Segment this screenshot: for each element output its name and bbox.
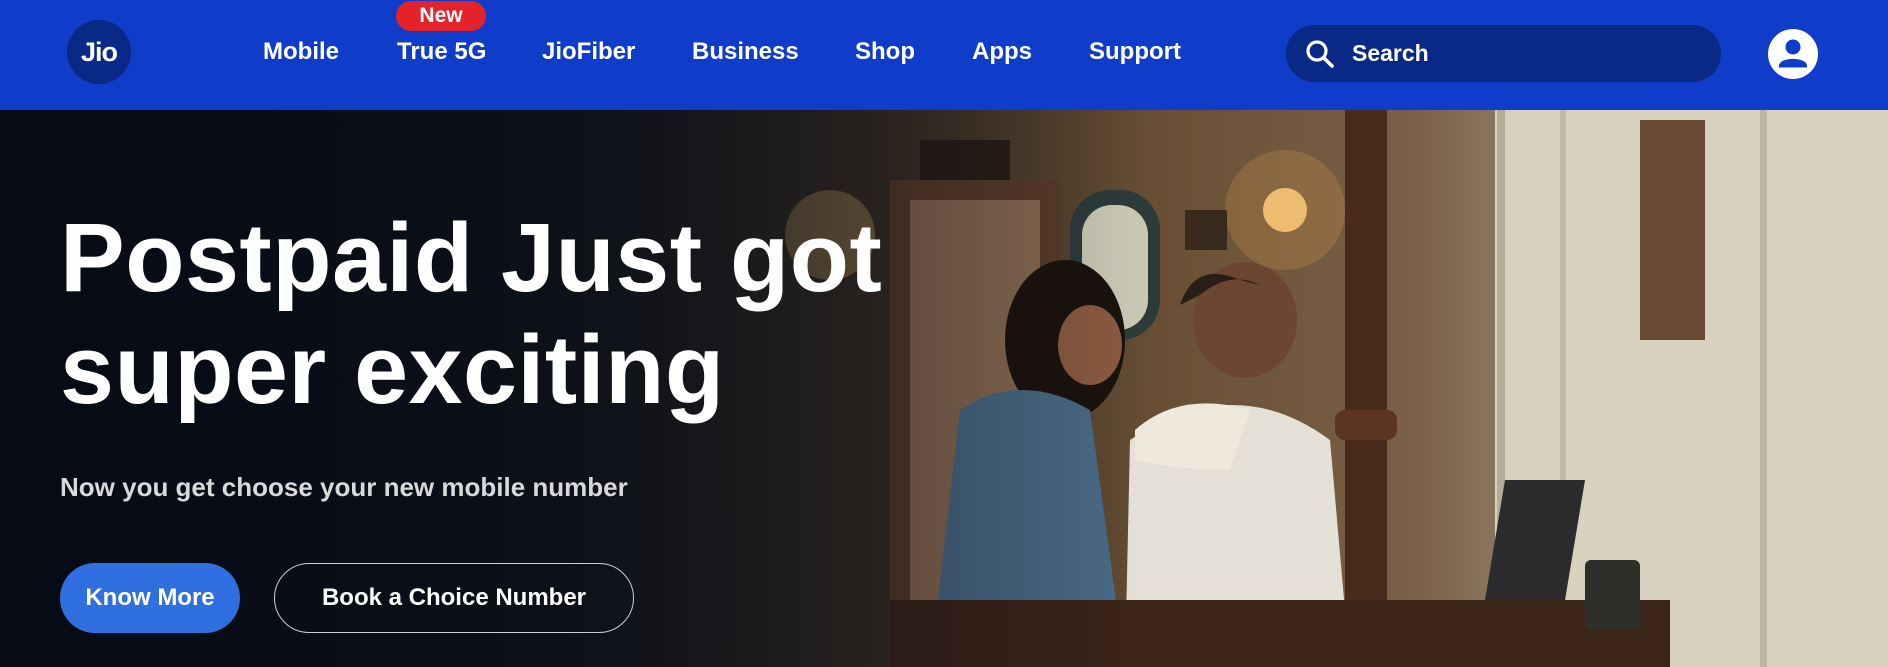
user-icon bbox=[1779, 39, 1807, 68]
jio-logo[interactable]: Jio bbox=[67, 20, 131, 84]
nav-item-mobile[interactable]: Mobile bbox=[263, 38, 339, 66]
new-badge: New bbox=[396, 1, 486, 31]
hero-title-line-2: super exciting bbox=[60, 315, 725, 424]
hero-title-line-1: Postpaid Just got bbox=[60, 203, 883, 312]
nav-item-shop[interactable]: Shop bbox=[855, 38, 915, 66]
book-choice-number-button[interactable]: Book a Choice Number bbox=[274, 563, 634, 633]
hero-banner: Postpaid Just got super exciting Now you… bbox=[0, 110, 1888, 667]
nav-item-apps[interactable]: Apps bbox=[972, 38, 1032, 66]
nav-item-true-5g[interactable]: True 5G bbox=[397, 38, 486, 66]
search-icon[interactable] bbox=[1304, 38, 1336, 70]
search-input[interactable] bbox=[1352, 40, 1682, 67]
nav-item-business[interactable]: Business bbox=[692, 38, 799, 66]
nav-item-support[interactable]: Support bbox=[1089, 38, 1181, 66]
hero-title: Postpaid Just got super exciting bbox=[60, 202, 960, 426]
hero-subtitle: Now you get choose your new mobile numbe… bbox=[60, 472, 628, 502]
know-more-button[interactable]: Know More bbox=[60, 563, 240, 633]
profile-button[interactable] bbox=[1768, 29, 1818, 79]
search-bar[interactable] bbox=[1286, 25, 1721, 82]
nav-item-jiofiber[interactable]: JioFiber bbox=[542, 38, 635, 66]
site-header: Jio Mobile New True 5G JioFiber Business… bbox=[0, 0, 1888, 110]
